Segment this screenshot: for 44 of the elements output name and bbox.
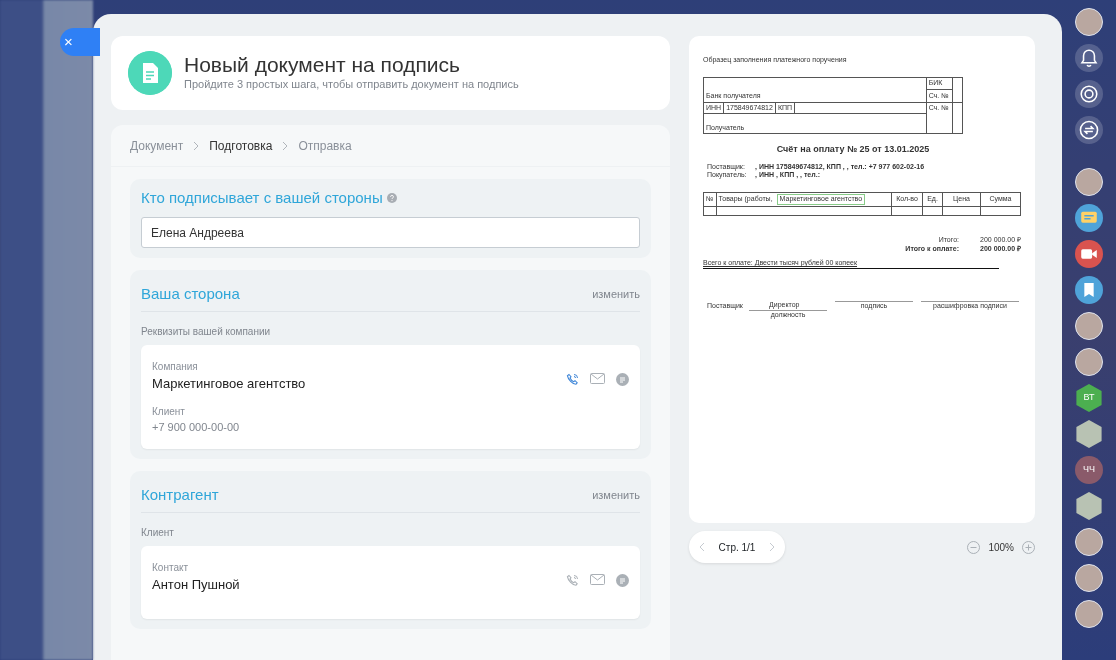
zoom-level: 100% bbox=[988, 540, 1014, 555]
section-title: Кто подписывает с вашей стороны bbox=[141, 187, 383, 208]
group-avatar[interactable] bbox=[1075, 492, 1103, 520]
avatar[interactable] bbox=[1075, 312, 1103, 340]
page-title: Новый документ на подпись bbox=[184, 53, 461, 77]
chat-app-icon[interactable] bbox=[1075, 204, 1103, 232]
invoice-title: Счёт на оплату № 25 от 13.01.2025 bbox=[775, 144, 931, 156]
close-button[interactable]: × bbox=[60, 28, 100, 56]
field-label: Компания bbox=[152, 360, 199, 374]
avatar[interactable] bbox=[1075, 600, 1103, 628]
notifications-icon[interactable] bbox=[1075, 44, 1103, 72]
change-link[interactable]: изменить bbox=[592, 286, 640, 303]
avatar[interactable] bbox=[1075, 564, 1103, 592]
breadcrumb-step[interactable]: Подготовка bbox=[209, 136, 273, 155]
target-icon[interactable] bbox=[1075, 80, 1103, 108]
phone-icon[interactable] bbox=[566, 373, 579, 386]
change-link[interactable]: изменить bbox=[592, 487, 640, 504]
field-label: Контакт bbox=[152, 561, 189, 575]
chevron-right-icon bbox=[282, 140, 289, 151]
chevron-right-icon bbox=[193, 140, 200, 151]
avatar[interactable] bbox=[1075, 168, 1103, 196]
initials-avatar[interactable]: ВТ bbox=[1075, 384, 1103, 412]
bookmark-icon[interactable] bbox=[1075, 276, 1103, 304]
page-counter: Стр. 1/1 bbox=[718, 540, 756, 555]
breadcrumb-step[interactable]: Документ bbox=[130, 136, 184, 155]
signer-input[interactable]: Елена Андреева bbox=[141, 217, 640, 248]
chat-arrows-icon[interactable] bbox=[1075, 116, 1103, 144]
video-camera-icon[interactable] bbox=[1075, 240, 1103, 268]
avatar[interactable] bbox=[1075, 8, 1103, 36]
section-title: Контрагент bbox=[141, 485, 219, 506]
group-avatar[interactable] bbox=[1075, 420, 1103, 448]
document-icon bbox=[128, 51, 172, 95]
section-subtitle: Клиент bbox=[141, 526, 175, 540]
avatar[interactable] bbox=[1075, 528, 1103, 556]
field-value: +7 900 000-00-00 bbox=[152, 419, 241, 435]
field-label: Клиент bbox=[152, 404, 186, 419]
section-title: Ваша сторона bbox=[141, 284, 240, 305]
breadcrumb-step[interactable]: Отправка bbox=[298, 136, 352, 155]
avatar[interactable] bbox=[1075, 348, 1103, 376]
field-value: Маркетинговое агентство bbox=[152, 375, 306, 393]
field-value: Антон Пушной bbox=[152, 576, 240, 594]
page-subtitle: Пройдите 3 простых шага, чтобы отправить документ на подпись bbox=[184, 77, 519, 93]
initials-avatar[interactable]: ЧЧ bbox=[1075, 456, 1103, 484]
section-subtitle: Реквизиты вашей компании bbox=[141, 325, 272, 339]
